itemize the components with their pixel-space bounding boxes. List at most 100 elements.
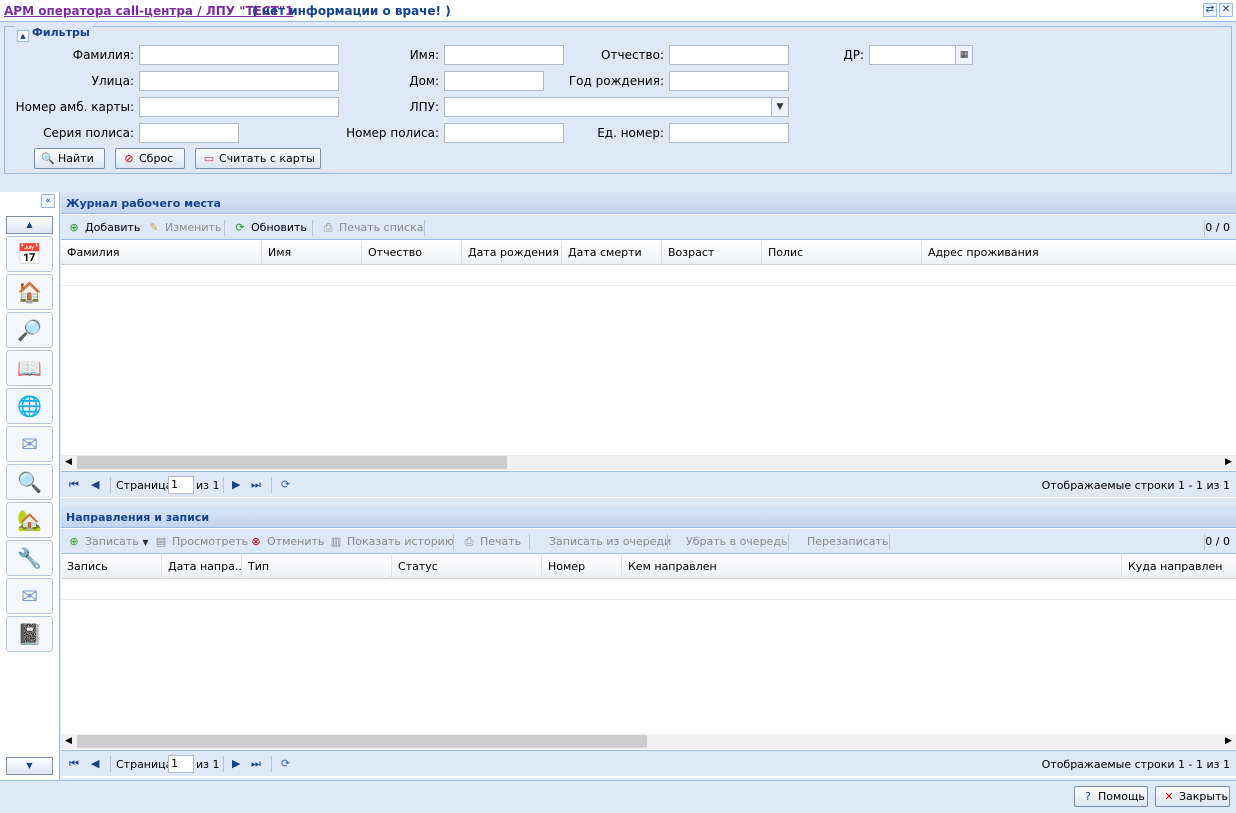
close-button[interactable]: ✕ Закрыть [1155,786,1230,807]
house-input[interactable] [444,71,544,91]
card-number-input[interactable] [139,97,339,117]
edit-label: Изменить [165,221,222,234]
notebook-icon[interactable]: 📓 [6,616,53,652]
remove-to-queue-label: Убрать в очередь [686,535,788,548]
window-title[interactable]: АРМ оператора call-центра / ЛПУ "ТЕСТ"1 [4,4,293,18]
scroll-down-button[interactable]: ▼ [6,757,53,775]
column-header[interactable]: Тип [242,555,392,579]
document-search-icon[interactable]: 🔍 [6,464,53,500]
record-button[interactable]: ⊕ Записать ▼ [67,535,148,548]
print-list-button[interactable]: ⎙ Печать списка [321,221,424,235]
name-input[interactable] [444,45,564,65]
reset-button[interactable]: ⊘ Сброс [115,148,185,169]
column-header[interactable]: Отчество [362,241,462,265]
column-header[interactable]: Фамилия [61,241,262,265]
birth-year-input[interactable] [669,71,789,91]
show-history-button[interactable]: ▥ Показать историю [329,535,454,548]
person-search-icon[interactable]: 🔎 [6,312,53,348]
collapse-icon[interactable]: ▲ [17,30,29,42]
column-header[interactable]: Дата напра... [162,555,242,579]
printer-icon: ⎙ [464,535,474,548]
street-input[interactable] [139,71,339,91]
rerecord-button[interactable]: Перезаписать [807,535,888,548]
first-page-icon[interactable]: ⏮ [69,478,79,492]
remove-to-queue-button[interactable]: Убрать в очередь [686,535,787,548]
cancel-button[interactable]: ⊗ Отменить [249,535,324,548]
column-header[interactable]: Адрес проживания [922,241,1236,265]
directions-hscrollbar[interactable]: ◀ ▶ [61,734,1236,749]
unified-number-input[interactable] [669,123,789,143]
edit-button[interactable]: ✎ Изменить [147,221,221,234]
dob-input[interactable]: ▦ [869,45,973,65]
cancel-icon: ⊗ [251,535,261,548]
book-icon[interactable]: 📖 [6,350,53,386]
column-header[interactable]: Статус [392,555,542,579]
prev-page-icon[interactable]: ◀ [91,478,99,491]
last-page-icon[interactable]: ⏭ [251,757,261,771]
column-header[interactable]: Возраст [662,241,762,265]
page-input[interactable]: 1 [168,755,194,773]
column-header[interactable]: Запись [61,555,162,579]
last-page-icon[interactable]: ⏭ [251,478,261,492]
scroll-right-icon[interactable]: ▶ [1221,734,1236,749]
column-header[interactable]: Куда направлен [1122,555,1236,579]
journal-hscrollbar[interactable]: ◀ ▶ [61,455,1236,470]
tools-icon[interactable]: 🔧 [6,540,53,576]
record-from-queue-button[interactable]: Записать из очереди [549,535,671,548]
scroll-right-icon[interactable]: ▶ [1221,455,1236,470]
refresh-button[interactable]: ⟳ Обновить [233,221,307,234]
column-header[interactable]: Дата смерти [562,241,662,265]
filters-panel: ▲ Фильтры Фамилия: Имя: Отчество: ДР: ▦ У… [4,26,1232,174]
policy-number-input[interactable] [444,123,564,143]
policy-series-input[interactable] [139,123,239,143]
home-person-icon[interactable]: 🏡 [6,502,53,538]
prev-page-icon[interactable]: ◀ [91,757,99,770]
card-icon: ▭ [203,152,215,165]
find-button[interactable]: 🔍 Найти [34,148,105,169]
read-card-button[interactable]: ▭ Считать с карты [195,148,321,169]
scroll-up-button[interactable]: ▲ [6,216,53,234]
calendar-edit-icon[interactable]: 📅 [6,236,53,272]
scroll-thumb[interactable] [77,456,507,469]
patronymic-input[interactable] [669,45,789,65]
separator [223,756,224,772]
chevron-down-icon[interactable]: ▼ [771,98,788,116]
reload-icon[interactable]: ⟳ [281,757,290,770]
close-window-icon[interactable]: ✕ [1219,3,1233,17]
separator [271,477,272,493]
table-row[interactable] [61,266,1236,286]
print-button[interactable]: ⎙ Печать [462,535,522,549]
table-row[interactable] [61,580,1236,600]
first-page-icon[interactable]: ⏮ [69,757,79,771]
home-visit-icon[interactable]: 🏠 [6,274,53,310]
unified-number-label: Ед. номер: [597,126,664,140]
next-page-icon[interactable]: ▶ [232,757,240,770]
mail-icon[interactable]: ✉ [6,426,53,462]
next-page-icon[interactable]: ▶ [232,478,240,491]
column-header[interactable]: Дата рождения [462,241,562,265]
column-header[interactable]: Полис [762,241,922,265]
mail-2-icon[interactable]: ✉ [6,578,53,614]
directions-title: Направления и записи [61,506,1236,528]
add-button[interactable]: ⊕ Добавить [67,221,140,234]
surname-input[interactable] [139,45,339,65]
separator [667,534,668,550]
scroll-left-icon[interactable]: ◀ [61,734,76,749]
lpu-select[interactable]: ▼ [444,97,789,117]
journal-grid-header: Фамилия Имя Отчество Дата рождения Дата … [61,241,1236,265]
collapse-left-icon[interactable]: « [41,194,55,208]
refresh-window-icon[interactable]: ⇄ [1203,3,1217,17]
column-header[interactable]: Кем направлен [622,555,1122,579]
page-input[interactable]: 1 [168,476,194,494]
page-total: из 1 [196,758,220,771]
reload-icon[interactable]: ⟳ [281,478,290,491]
scroll-left-icon[interactable]: ◀ [61,455,76,470]
view-button[interactable]: ▤ Просмотреть [154,535,248,548]
column-header[interactable]: Номер [542,555,622,579]
scroll-thumb[interactable] [77,735,647,748]
view-label: Просмотреть [172,535,249,548]
globe-schedule-icon[interactable]: 🌐 [6,388,53,424]
column-header[interactable]: Имя [262,241,362,265]
calendar-icon[interactable]: ▦ [955,46,972,64]
help-button[interactable]: ? Помощь [1074,786,1148,807]
